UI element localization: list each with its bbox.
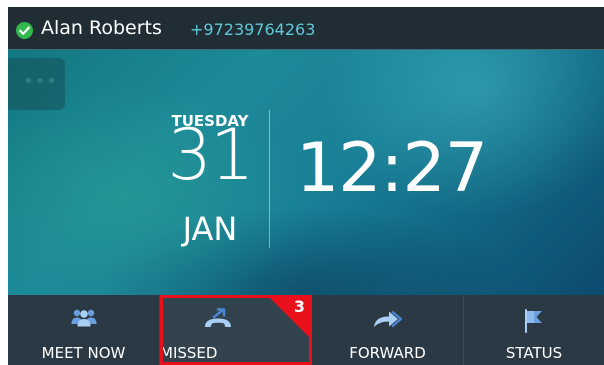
softkey-label: STATUS bbox=[505, 344, 563, 362]
date-time-divider bbox=[269, 110, 270, 248]
status-button[interactable]: STATUS bbox=[464, 295, 604, 365]
home-wallpaper: ••• TUESDAY 31 JAN 12:27 bbox=[8, 50, 604, 295]
forward-button[interactable]: FORWARD bbox=[312, 295, 464, 365]
phone-screen: Alan Roberts +97239764263 ••• TUESDAY 31… bbox=[8, 7, 604, 365]
missed-count: 3 bbox=[293, 297, 305, 316]
presence-available-icon bbox=[16, 22, 33, 39]
more-button[interactable]: ••• bbox=[8, 58, 65, 110]
ellipsis-icon: ••• bbox=[23, 71, 58, 92]
softkey-label: MISSED bbox=[160, 344, 311, 362]
people-icon bbox=[70, 308, 98, 332]
month: JAN bbox=[182, 210, 238, 248]
forward-arrow-icon bbox=[371, 308, 405, 334]
flag-icon bbox=[522, 308, 546, 338]
missed-call-icon bbox=[202, 308, 234, 334]
clock-time: 12:27 bbox=[296, 129, 488, 208]
meet-now-button[interactable]: MEET NOW bbox=[8, 295, 160, 365]
softkey-label: FORWARD bbox=[349, 344, 426, 362]
user-number: +97239764263 bbox=[190, 20, 316, 39]
softkey-label: MEET NOW bbox=[41, 344, 126, 362]
date-number: 31 bbox=[167, 114, 254, 196]
softkey-bar: MEET NOW MISSED 3 FORWARD STATUS bbox=[8, 295, 604, 365]
missed-label: MISSED bbox=[160, 344, 218, 362]
user-name: Alan Roberts bbox=[41, 17, 162, 39]
missed-calls-button[interactable]: MISSED 3 bbox=[160, 295, 312, 365]
status-header: Alan Roberts +97239764263 bbox=[8, 7, 604, 50]
